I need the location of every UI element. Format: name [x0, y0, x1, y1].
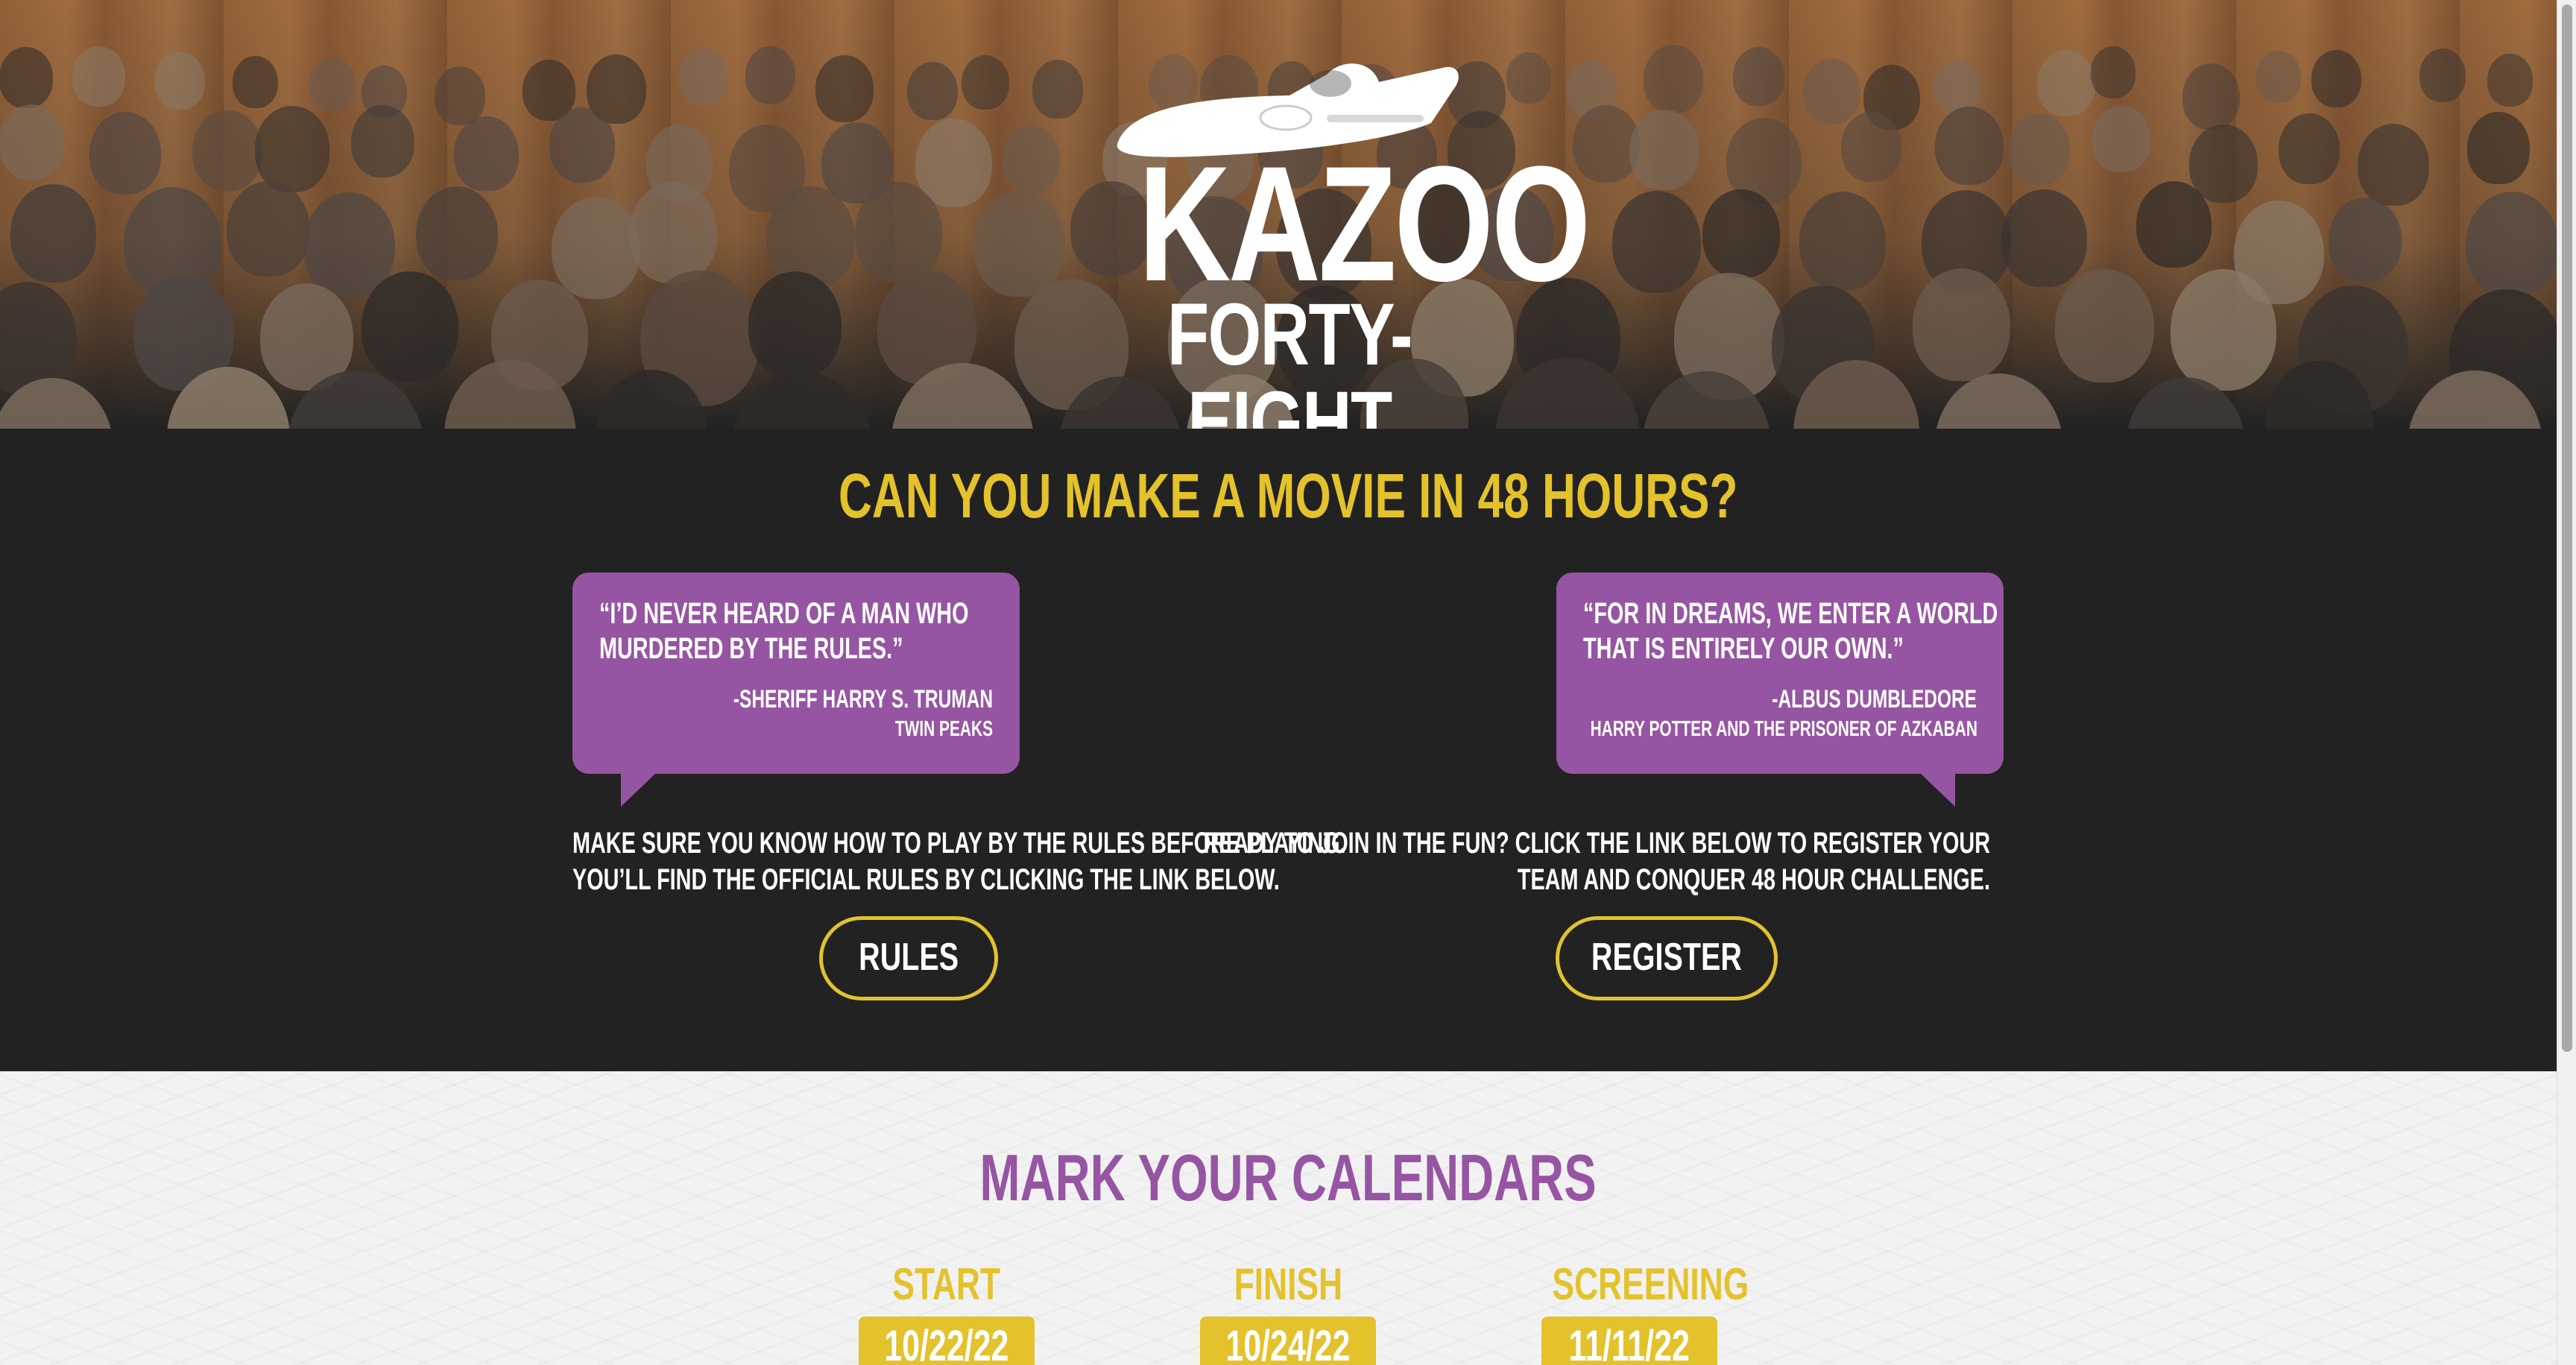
hero-banner: KAZOO FORTY-EIGHT — [0, 0, 2557, 429]
audience-member — [2419, 48, 2466, 102]
audience-member — [2135, 180, 2212, 268]
audience-member — [453, 116, 519, 191]
audience-member — [2092, 105, 2150, 172]
date-screening: SCREENING 11/11/22 — [1518, 1259, 1749, 1365]
audience-member — [2329, 198, 2402, 282]
audience-member — [2001, 189, 2087, 288]
audience-member — [2487, 54, 2533, 107]
audience-member — [0, 47, 53, 109]
audience-member — [1494, 358, 1641, 429]
audience-member — [89, 112, 162, 195]
audience-member — [2008, 113, 2071, 185]
quote-bubble-right: “FOR IN DREAMS, WE ENTER A WORLD THAT IS… — [1556, 573, 2004, 807]
audience-member — [233, 55, 279, 109]
date-badge: 10/24/22 — [1200, 1317, 1376, 1365]
logo-title: KAZOO — [1138, 132, 1591, 315]
audience-member — [2182, 63, 2240, 130]
audience-member — [961, 54, 1009, 110]
audience-member — [906, 61, 958, 120]
audience-member — [1933, 373, 2063, 429]
audience-member — [551, 196, 640, 299]
audience-member — [2311, 49, 2362, 107]
audience-member — [815, 55, 874, 122]
quote-text: “FOR IN DREAMS, WE ENTER A WORLD THAT IS… — [1583, 597, 1998, 665]
audience-member — [226, 180, 310, 277]
audience-member — [255, 106, 330, 192]
audience-member — [549, 107, 615, 183]
quote-author: -ALBUS DUMBLEDORE — [1772, 685, 1977, 713]
audience-member — [362, 271, 458, 382]
audience-member — [308, 57, 356, 112]
audience-member — [0, 104, 65, 180]
date-label: FINISH — [1234, 1259, 1342, 1309]
quote-source: HARRY POTTER AND THE PRISONER OF AZKABAN — [1590, 717, 1977, 741]
audience-member — [416, 186, 499, 281]
date-finish: FINISH 10/24/22 — [1176, 1260, 1400, 1365]
date-label: START — [892, 1259, 1001, 1309]
audience-member — [2090, 46, 2136, 98]
quote-source: TWIN PEAKS — [894, 717, 993, 741]
audience-member — [766, 186, 855, 289]
audience-member — [1506, 51, 1551, 104]
audience-member — [1629, 109, 1700, 191]
quote-author: -SHERIFF HARRY S. TRUMAN — [733, 685, 993, 713]
logo-subtitle: FORTY-EIGHT — [1167, 286, 1413, 429]
date-badge: 11/11/22 — [1541, 1317, 1717, 1365]
date-label: SCREENING — [1552, 1259, 1749, 1309]
calendar-title: MARK YOUR CALENDARS — [979, 1141, 1597, 1214]
audience-member — [2278, 113, 2340, 184]
audience-member — [1644, 45, 1703, 113]
audience-member — [1840, 112, 1902, 182]
audience-member — [1611, 191, 1701, 293]
audience-member — [1702, 189, 1780, 279]
audience-member — [1935, 106, 2004, 186]
audience-member — [854, 181, 943, 283]
page-scrollbar[interactable] — [2557, 0, 2576, 1365]
audience-member — [973, 190, 1066, 297]
calendar-section: MARK YOUR CALENDARS START 10/22/22 FINIS… — [0, 1071, 2557, 1365]
audience-member — [1802, 57, 1861, 125]
audience-member — [678, 48, 729, 105]
audience-member — [351, 104, 414, 178]
bubble-tail — [621, 772, 657, 807]
audience-member — [72, 46, 125, 107]
bubble-tail — [1919, 772, 1955, 807]
audience-member — [10, 183, 96, 283]
register-button[interactable]: REGISTER — [1556, 916, 1778, 1000]
date-badge: 10/22/22 — [859, 1317, 1035, 1365]
intro-headline: CAN YOU MAKE A MOVIE IN 48 HOURS? — [838, 461, 1738, 531]
audience-member — [192, 110, 262, 191]
kazoo-logo[interactable]: KAZOO FORTY-EIGHT — [1096, 52, 1591, 429]
page: KAZOO FORTY-EIGHT CAN YOU MAKE A MOVIE I… — [0, 0, 2576, 1365]
date-start: START 10/22/22 — [835, 1260, 1058, 1365]
audience-member — [2037, 49, 2096, 117]
audience-member — [154, 51, 206, 110]
quote-text: “I’D NEVER HEARD OF A MAN WHO MURDERED B… — [599, 597, 969, 665]
audience-member — [2357, 123, 2429, 207]
audience-member — [2055, 268, 2154, 383]
audience-member — [2171, 268, 2277, 391]
audience-member — [2466, 112, 2530, 184]
audience-member — [748, 271, 842, 379]
audience-member — [1799, 192, 1886, 291]
audience-member — [2465, 192, 2557, 298]
quote-bubble-left: “I’D NEVER HEARD OF A MAN WHO MURDERED B… — [572, 573, 1020, 807]
audience-member — [0, 282, 78, 396]
register-description: READY TO JOIN IN THE FUN? CLICK THE LINK… — [1203, 827, 1990, 896]
audience-member — [2189, 124, 2258, 204]
audience-member — [745, 46, 795, 104]
audience-member — [1913, 268, 2011, 381]
scrollbar-thumb[interactable] — [2562, 4, 2572, 1052]
audience-member — [1001, 126, 1061, 194]
rules-button[interactable]: RULES — [819, 916, 998, 1000]
intro-section: CAN YOU MAKE A MOVIE IN 48 HOURS? “I’D N… — [0, 429, 2557, 1071]
audience-member — [2255, 51, 2301, 104]
audience-member — [1032, 60, 1084, 119]
audience-member — [629, 181, 718, 283]
audience-member — [1733, 46, 1785, 106]
audience-member — [730, 371, 875, 429]
audience-member — [434, 66, 486, 125]
